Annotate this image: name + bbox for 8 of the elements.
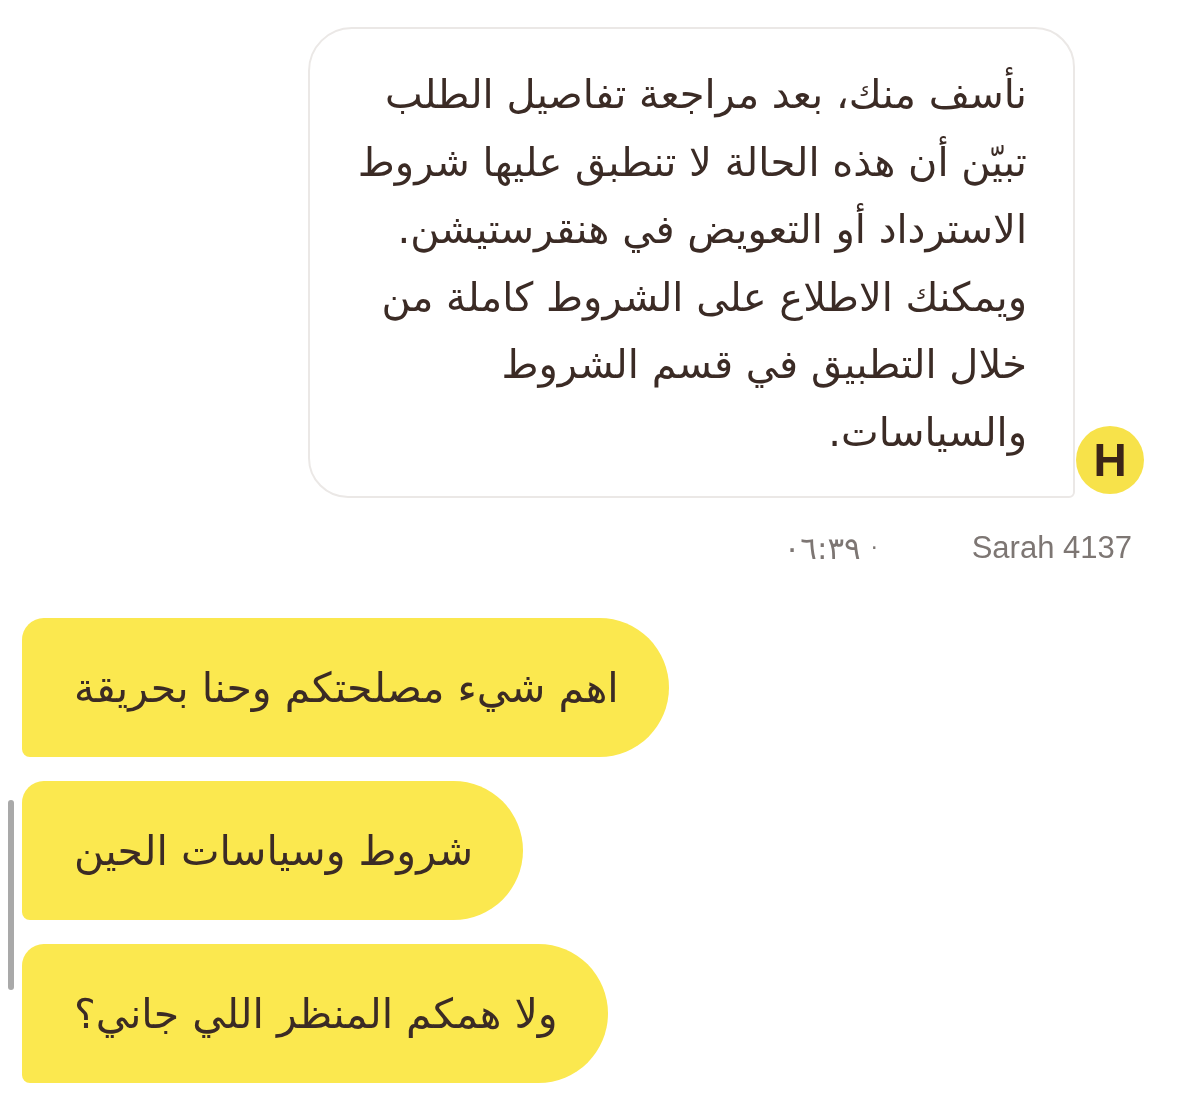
- user-message-text: ولا همكم المنظر اللي جاني؟: [74, 988, 558, 1040]
- user-message-text: شروط وسياسات الحين: [74, 825, 474, 877]
- agent-message-text: نأسف منك، بعد مراجعة تفاصيل الطلب تبيّن أن هذه الحالة لا تنطبق عليها شروط الاسترداد أو التعويض في هنقرستيشن. ويمكنك الاطلاع على الشروط كاملة من خلال التطبيق في قسم الشروط والسياسات.: [351, 61, 1027, 466]
- separator-dot: ·: [870, 534, 878, 562]
- user-message-text: اهم شيء مصلحتكم وحنا بحريقة: [74, 662, 619, 714]
- avatar-logo: H: [1076, 426, 1144, 494]
- sender-name: Sarah 4137: [971, 530, 1132, 566]
- message-time: ٠٦:٣٩: [783, 530, 861, 566]
